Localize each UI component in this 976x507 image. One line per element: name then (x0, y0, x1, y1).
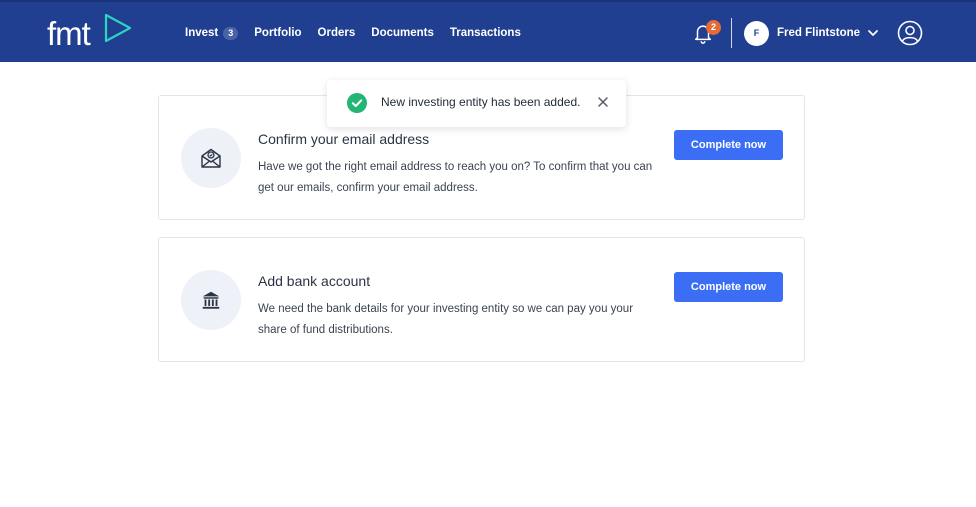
check-circle-icon (347, 93, 367, 113)
user-name: Fred Flintstone (777, 27, 861, 39)
invest-count-badge: 3 (223, 26, 239, 40)
success-toast: New investing entity has been added. (327, 80, 626, 127)
nav-item-orders[interactable]: Orders (318, 27, 356, 39)
card-title: Confirm your email address (258, 131, 430, 147)
fmt-logo[interactable]: fmt (47, 13, 132, 54)
top-navigation-bar: fmt Invest 3 Portfolio Orders Documents … (0, 0, 976, 62)
main-nav: Invest 3 Portfolio Orders Documents Tran… (185, 2, 537, 64)
nav-item-invest[interactable]: Invest 3 (185, 26, 239, 40)
chevron-down-icon (868, 30, 878, 36)
email-verify-icon (201, 148, 221, 168)
notification-count-badge: 2 (706, 20, 721, 35)
account-icon[interactable] (897, 20, 923, 46)
card-icon-circle (181, 270, 241, 330)
nav-label-orders: Orders (317, 27, 356, 39)
nav-item-documents[interactable]: Documents (371, 27, 434, 39)
logo-text: fmt (47, 15, 91, 52)
avatar: F (744, 20, 769, 46)
add-bank-account-card: Add bank account We need the bank detail… (158, 237, 805, 362)
bank-icon (202, 291, 220, 309)
complete-now-button[interactable]: Complete now (674, 272, 783, 302)
toast-message: New investing entity has been added. (381, 95, 581, 109)
logo-play-icon (104, 13, 132, 43)
card-description: Have we got the right email address to r… (258, 161, 653, 194)
card-icon-circle (181, 128, 241, 188)
nav-item-transactions[interactable]: Transactions (450, 27, 521, 39)
card-title: Add bank account (258, 273, 371, 289)
nav-label-portfolio: Portfolio (254, 27, 302, 39)
nav-label-transactions: Transactions (449, 27, 521, 39)
header-divider (731, 18, 732, 48)
nav-item-portfolio[interactable]: Portfolio (254, 27, 301, 39)
nav-label-invest: Invest (185, 27, 219, 39)
card-description: We need the bank details for your invest… (258, 303, 634, 336)
close-icon[interactable] (596, 95, 610, 109)
nav-label-documents: Documents (371, 27, 434, 39)
complete-now-button[interactable]: Complete now (674, 130, 783, 160)
user-menu[interactable]: F Fred Flintstone (744, 20, 879, 46)
